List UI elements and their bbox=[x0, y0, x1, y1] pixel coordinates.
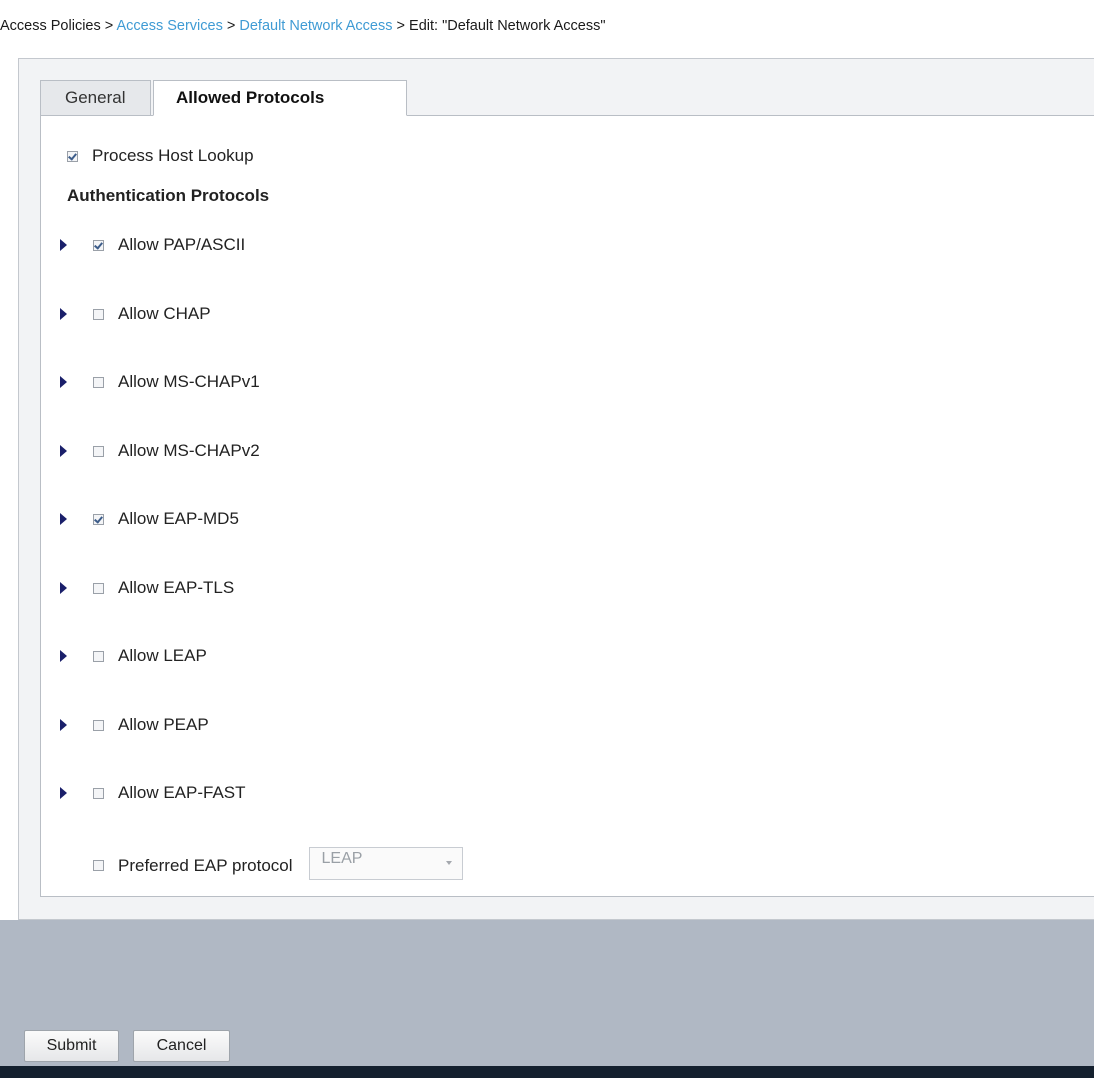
expand-arrow-icon[interactable] bbox=[60, 445, 67, 457]
tab-strip: General Allowed Protocols bbox=[40, 80, 1094, 116]
protocol-checkbox[interactable] bbox=[93, 239, 104, 251]
tab-general[interactable]: General bbox=[40, 80, 151, 116]
submit-button[interactable]: Submit bbox=[24, 1030, 119, 1062]
expand-arrow-icon[interactable] bbox=[60, 787, 67, 799]
protocol-label: Allow MS-CHAPv1 bbox=[118, 372, 260, 391]
cancel-button[interactable]: Cancel bbox=[133, 1030, 230, 1062]
breadcrumb-current-page: Edit: "Default Network Access" bbox=[409, 18, 606, 34]
footer-bar: Submit Cancel bbox=[0, 920, 1094, 1066]
protocol-checkbox[interactable] bbox=[93, 650, 104, 662]
preferred-eap-selected-value: LEAP bbox=[321, 850, 363, 867]
protocol-row: Allow MS-CHAPv2 bbox=[60, 441, 260, 461]
protocol-checkbox[interactable] bbox=[93, 445, 104, 457]
expand-arrow-icon[interactable] bbox=[60, 376, 67, 388]
expand-arrow-icon[interactable] bbox=[60, 582, 67, 594]
protocol-row: Allow EAP-MD5 bbox=[60, 509, 239, 529]
breadcrumb-separator: > bbox=[100, 18, 117, 34]
allowed-protocols-panel: Process Host Lookup Authentication Proto… bbox=[40, 115, 1094, 897]
tab-allowed-protocols[interactable]: Allowed Protocols bbox=[153, 80, 407, 116]
protocol-checkbox[interactable] bbox=[93, 376, 104, 388]
expand-arrow-icon[interactable] bbox=[60, 650, 67, 662]
expand-arrow-icon[interactable] bbox=[60, 513, 67, 525]
preferred-eap-select[interactable]: LEAP bbox=[308, 847, 463, 880]
protocol-label: Allow EAP-TLS bbox=[118, 578, 235, 597]
process-host-lookup-checkbox[interactable] bbox=[67, 150, 78, 162]
preferred-eap-checkbox[interactable] bbox=[93, 860, 104, 871]
breadcrumb-access-services-link[interactable]: Access Services bbox=[116, 18, 222, 34]
protocol-row: Allow LEAP bbox=[60, 646, 207, 666]
protocol-row: Allow PEAP bbox=[60, 715, 209, 735]
preferred-eap-label: Preferred EAP protocol bbox=[118, 855, 293, 875]
process-host-lookup-row: Process Host Lookup bbox=[67, 146, 254, 166]
protocol-label: Allow MS-CHAPv2 bbox=[118, 441, 260, 460]
breadcrumb-default-network-access-link[interactable]: Default Network Access bbox=[239, 18, 392, 34]
protocol-label: Allow PAP/ASCII bbox=[118, 235, 246, 254]
process-host-lookup-label: Process Host Lookup bbox=[92, 146, 254, 165]
chevron-down-icon bbox=[445, 861, 452, 865]
protocol-checkbox[interactable] bbox=[93, 308, 104, 320]
protocol-label: Allow CHAP bbox=[118, 304, 211, 323]
protocol-label: Allow LEAP bbox=[118, 646, 207, 665]
edit-form-container: General Allowed Protocols Process Host L… bbox=[18, 58, 1094, 920]
bottom-edge-bar bbox=[0, 1066, 1094, 1078]
protocol-label: Allow PEAP bbox=[118, 715, 209, 734]
protocol-row: Allow EAP-FAST bbox=[60, 783, 246, 803]
protocol-label: Allow EAP-FAST bbox=[118, 783, 246, 802]
protocol-label: Allow EAP-MD5 bbox=[118, 509, 239, 528]
breadcrumb: Access Policies > Access Services > Defa… bbox=[0, 18, 605, 34]
breadcrumb-separator: > bbox=[392, 18, 410, 34]
protocol-row: Allow PAP/ASCII bbox=[60, 235, 245, 255]
breadcrumb-separator: > bbox=[222, 18, 240, 34]
protocol-checkbox[interactable] bbox=[93, 787, 104, 799]
expand-arrow-icon[interactable] bbox=[60, 239, 67, 251]
preferred-eap-row: Preferred EAP protocol LEAP bbox=[93, 847, 463, 880]
protocol-row: Allow CHAP bbox=[60, 304, 211, 324]
expand-arrow-icon[interactable] bbox=[60, 719, 67, 731]
protocol-row: Allow EAP-TLS bbox=[60, 578, 234, 598]
expand-arrow-icon[interactable] bbox=[60, 308, 67, 320]
protocol-row: Allow MS-CHAPv1 bbox=[60, 372, 260, 392]
protocol-checkbox[interactable] bbox=[93, 513, 104, 525]
protocol-checkbox[interactable] bbox=[93, 582, 104, 594]
breadcrumb-access-policies: Access Policies bbox=[0, 18, 101, 34]
protocol-checkbox[interactable] bbox=[93, 719, 104, 731]
authentication-protocols-heading: Authentication Protocols bbox=[67, 186, 270, 205]
